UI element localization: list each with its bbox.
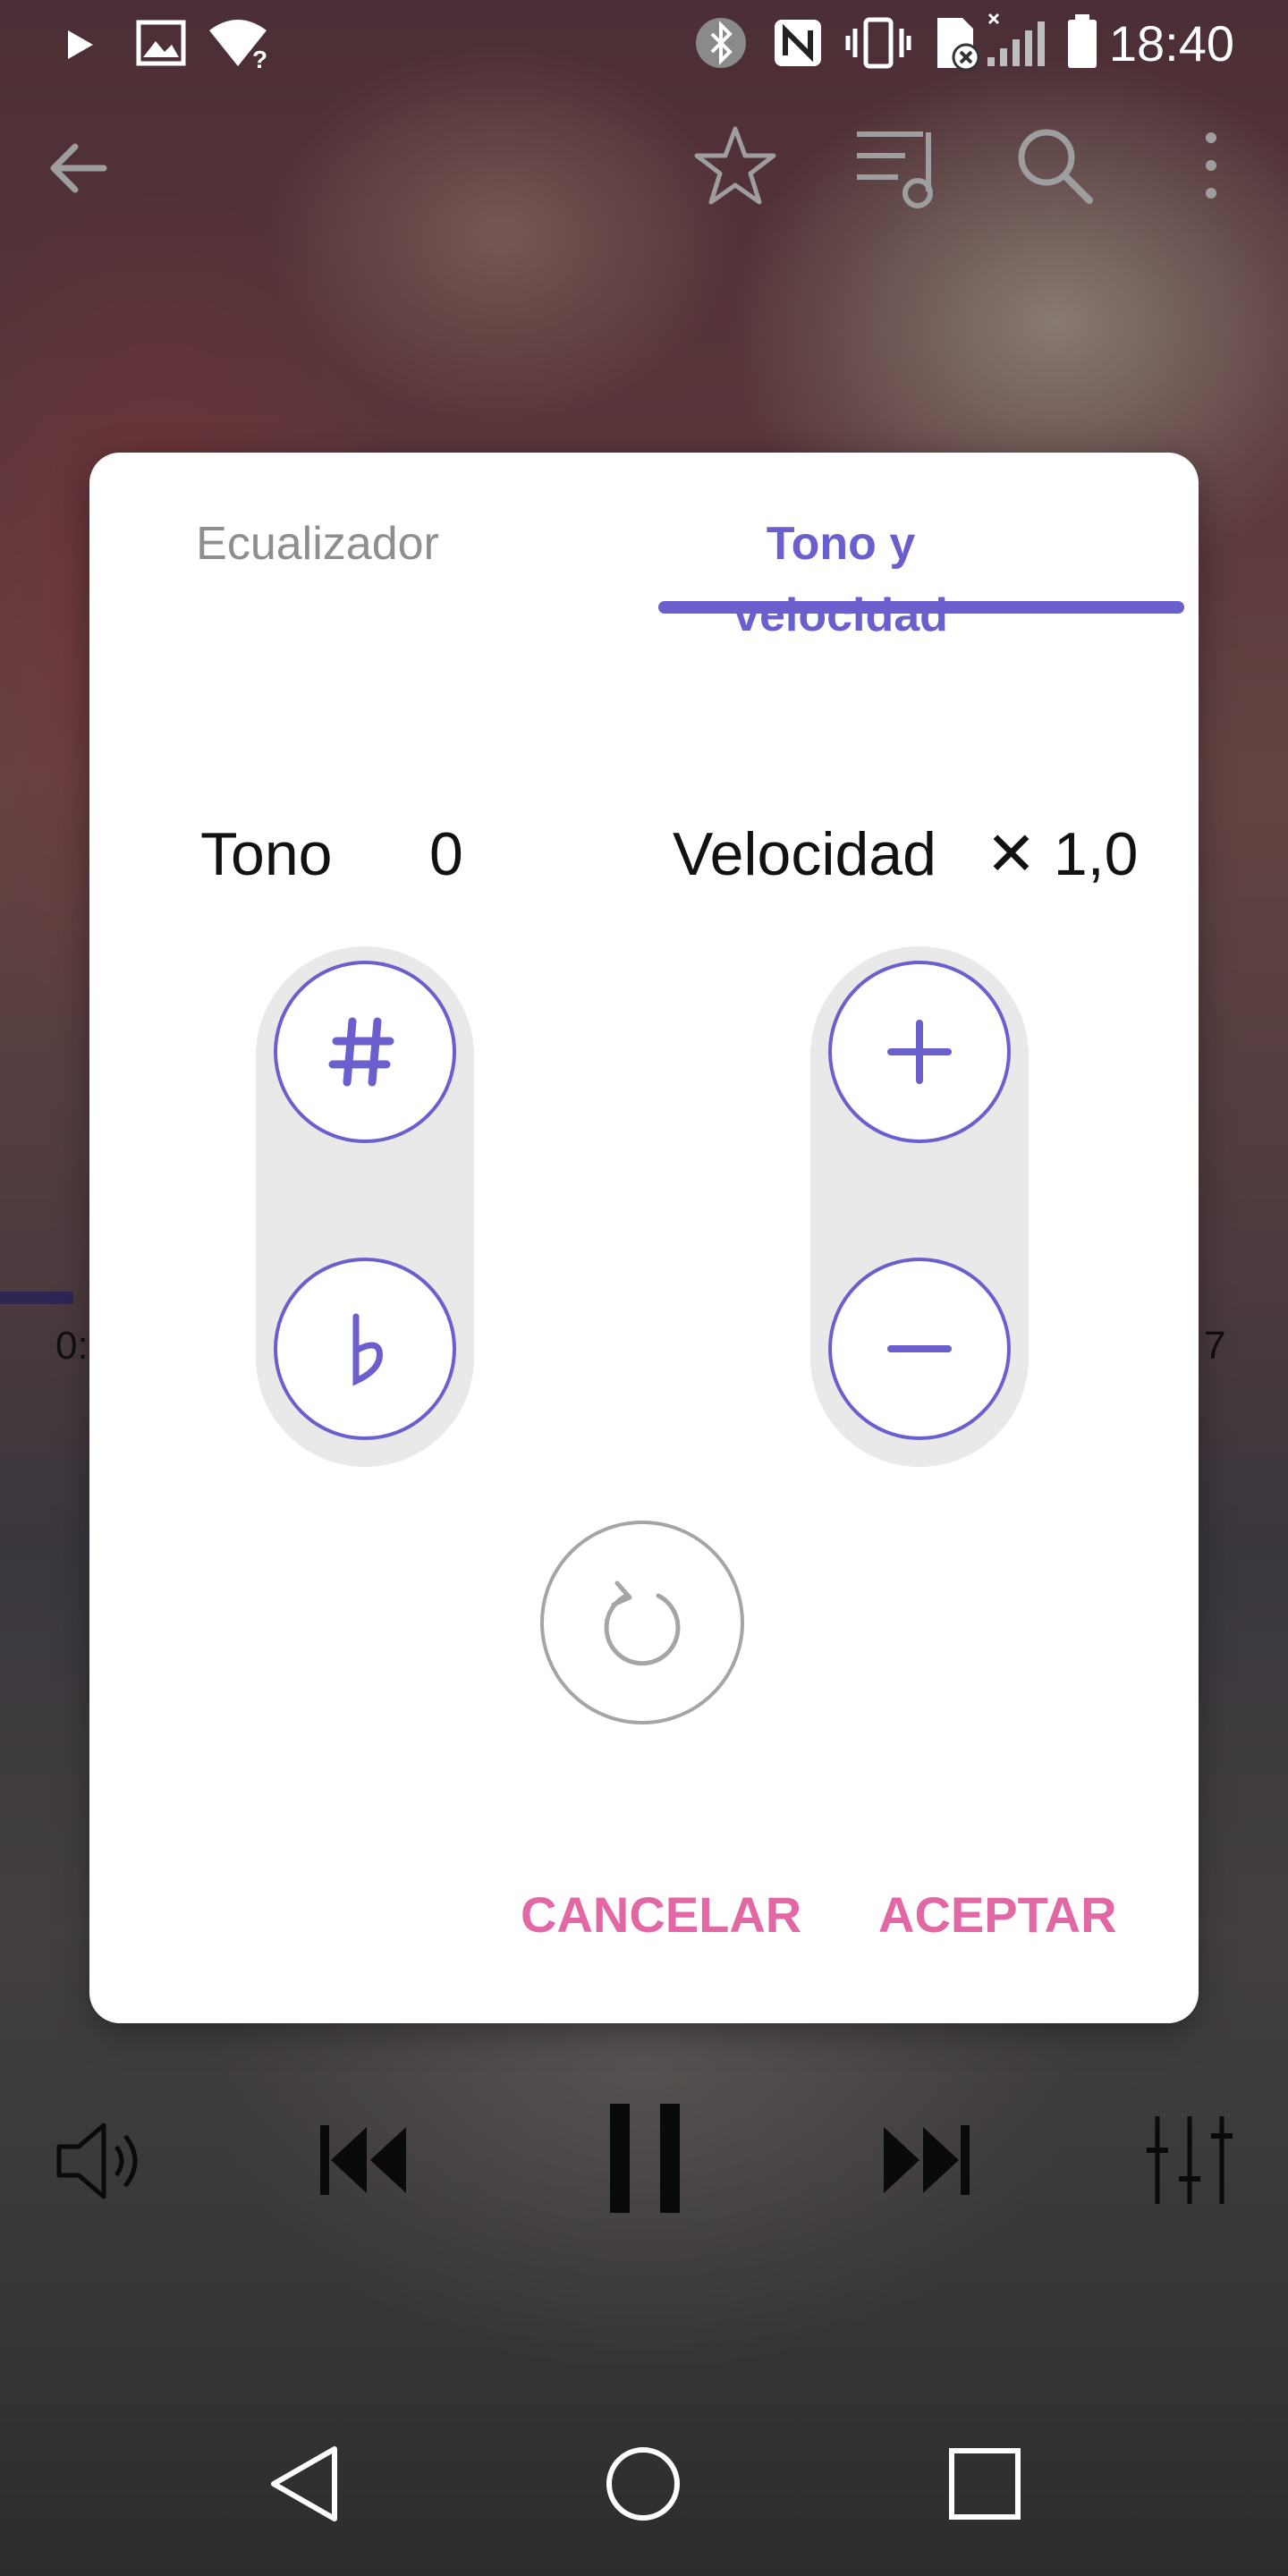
reset-icon bbox=[604, 1580, 681, 1666]
nfc-icon bbox=[775, 20, 821, 66]
svg-text:?: ? bbox=[252, 46, 267, 70]
clock: 18:40 bbox=[1108, 15, 1234, 72]
sharp-icon bbox=[328, 1017, 394, 1087]
signal-icon bbox=[987, 13, 1045, 66]
pitch-value: 0 bbox=[429, 820, 463, 888]
recents-nav-icon[interactable] bbox=[948, 2447, 1021, 2521]
tab-pitch-speed[interactable]: Tono y velocidad bbox=[662, 508, 1020, 641]
active-tab-indicator bbox=[658, 601, 1184, 614]
tab-equalizer[interactable]: Ecualizador bbox=[170, 508, 465, 580]
back-nav-icon[interactable] bbox=[267, 2444, 342, 2524]
accept-button[interactable]: ACEPTAR bbox=[878, 1875, 1117, 1955]
speed-decrease-button[interactable] bbox=[828, 1258, 1011, 1440]
speed-increase-button[interactable] bbox=[828, 961, 1011, 1143]
pitch-flat-button[interactable] bbox=[274, 1258, 456, 1440]
cancel-button[interactable]: CANCELAR bbox=[521, 1875, 801, 1955]
flat-icon bbox=[352, 1313, 383, 1386]
vibrate-icon bbox=[845, 17, 911, 69]
home-nav-icon[interactable] bbox=[605, 2445, 682, 2522]
reset-button[interactable] bbox=[540, 1521, 744, 1724]
image-icon bbox=[136, 20, 186, 66]
pitch-sharp-button[interactable] bbox=[274, 961, 456, 1143]
play-icon bbox=[68, 30, 93, 59]
minus-icon bbox=[887, 1345, 952, 1352]
sim-blocked-icon bbox=[937, 18, 980, 72]
pitch-label: Tono bbox=[200, 820, 333, 888]
wifi-question-icon: ? bbox=[209, 20, 267, 70]
pitch-speed-dialog: Ecualizador Tono y velocidad Tono 0 Velo… bbox=[89, 453, 1199, 2023]
plus-icon bbox=[887, 1020, 952, 1084]
status-bar: ? 18:40 bbox=[0, 0, 1288, 86]
speed-label: Velocidad bbox=[673, 820, 936, 888]
speed-value: ✕ 1,0 bbox=[986, 820, 1139, 888]
battery-icon bbox=[1068, 14, 1097, 68]
bluetooth-icon bbox=[696, 18, 746, 68]
